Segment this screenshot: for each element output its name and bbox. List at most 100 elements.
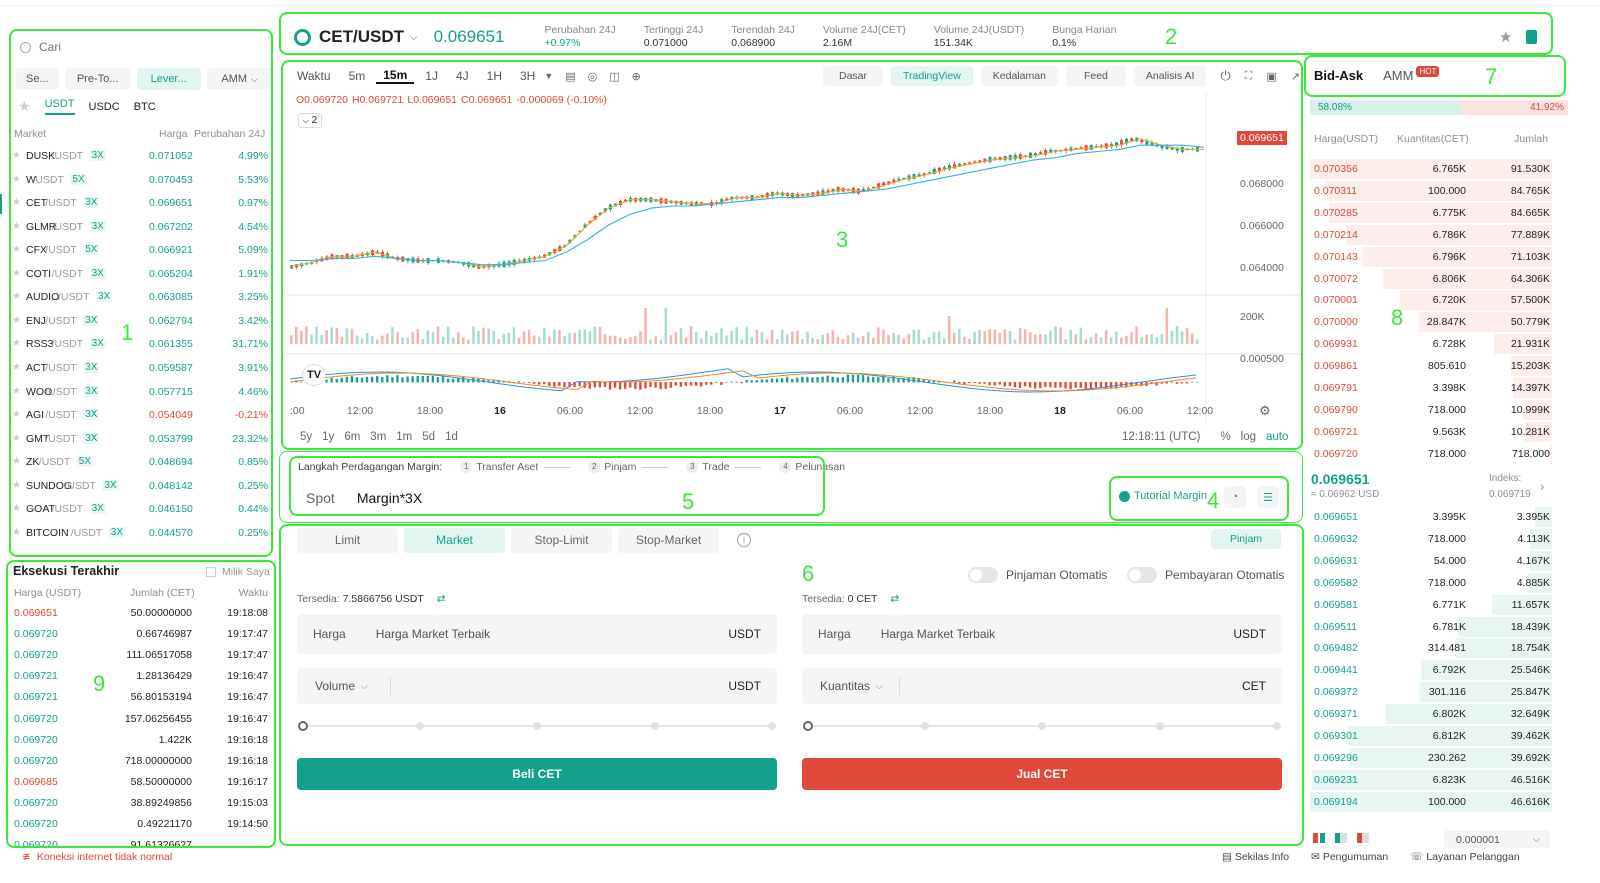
bid-row[interactable]: 0.069296 230.262 39.692K	[1310, 747, 1552, 768]
layout-bids-icon[interactable]	[1335, 833, 1347, 843]
bid-row[interactable]: 0.069511 6.781K 18.439K	[1310, 616, 1552, 637]
bid-row[interactable]: 0.069632 718.000 4.113K	[1310, 528, 1552, 549]
precision-select[interactable]: 0.000001 ⌵	[1444, 830, 1550, 849]
ask-row[interactable]: 0.069721 9.563K 10.281K	[1310, 421, 1552, 442]
orderbook-midprice: 0.069651 ≈ 0.06962 USD Indeks: 0.069719 …	[1310, 470, 1552, 504]
ask-row[interactable]: 0.069790 718.000 10.999K	[1310, 399, 1552, 420]
ob-price: 0.069441	[1314, 664, 1358, 677]
footer-news[interactable]: ▤ Sekilas Info	[1222, 851, 1289, 863]
ob-qty: 100.000	[1428, 795, 1466, 808]
annotation-box-7	[1304, 55, 1566, 97]
ob-price: 0.070000	[1314, 316, 1358, 329]
annotation-box-2	[279, 12, 1553, 55]
ob-total: 84.765K	[1510, 184, 1550, 197]
ob-price: 0.069372	[1314, 686, 1358, 699]
annotation-number-5: 5	[682, 489, 695, 514]
ob-qty: 3.398K	[1432, 382, 1466, 394]
ob-qty: 3.395K	[1432, 511, 1466, 523]
chevron-right-icon[interactable]: ›	[1540, 479, 1544, 494]
ob-total: 71.103K	[1510, 250, 1550, 263]
ob-total: 4.113K	[1517, 532, 1551, 545]
ob-price: 0.069720	[1314, 447, 1358, 460]
bid-row[interactable]: 0.069194 100.000 46.616K	[1310, 791, 1552, 812]
ask-row[interactable]: 0.069720 718.000 718.000	[1310, 443, 1552, 464]
annotation-box-6	[279, 524, 1304, 846]
ob-qty: 6.823K	[1432, 773, 1466, 786]
ask-row[interactable]: 0.070285 6.775K 84.665K	[1310, 202, 1552, 223]
ob-price: 0.069931	[1314, 338, 1358, 351]
ob-qty: 230.262	[1428, 751, 1466, 764]
ob-qty: 314.481	[1428, 642, 1466, 655]
ob-total: 10.999K	[1510, 403, 1550, 416]
ob-total: 32.649K	[1510, 708, 1550, 721]
ob-qty: 301.116	[1428, 686, 1466, 699]
ob-qty: 6.775K	[1432, 206, 1466, 219]
ask-row[interactable]: 0.069791 3.398K 14.397K	[1310, 378, 1552, 398]
ob-qty: 718.000	[1428, 576, 1466, 589]
bid-row[interactable]: 0.069301 6.812K 39.462K	[1310, 726, 1552, 746]
ob-total: 21.931K	[1510, 338, 1550, 351]
ob-qty: 6.806K	[1432, 272, 1466, 285]
bid-row[interactable]: 0.069631 54.000 4.167K	[1310, 550, 1552, 571]
annotation-number-6: 6	[802, 561, 815, 586]
ob-price: 0.069791	[1314, 382, 1358, 394]
bid-row[interactable]: 0.069372 301.116 25.847K	[1310, 682, 1552, 703]
ob-last-price[interactable]: 0.069651	[1311, 471, 1369, 487]
footer-announcements[interactable]: ✉ Pengumuman	[1311, 851, 1388, 863]
ask-row[interactable]: 0.070143 6.796K 71.103K	[1310, 246, 1552, 267]
ob-qty: 9.563K	[1432, 425, 1466, 438]
bid-row[interactable]: 0.069651 3.395K 3.395K	[1310, 507, 1552, 527]
ob-total: 46.616K	[1510, 795, 1550, 808]
ob-index-value: 0.069719	[1489, 489, 1531, 500]
bid-row[interactable]: 0.069582 718.000 4.885K	[1310, 572, 1552, 593]
bid-row[interactable]: 0.069482 314.481 18.754K	[1310, 638, 1552, 659]
ob-qty: 100.000	[1428, 184, 1466, 197]
ask-row[interactable]: 0.070311 100.000 84.765K	[1310, 180, 1552, 201]
ob-qty: 6.728K	[1432, 338, 1466, 351]
ob-price: 0.069581	[1314, 598, 1358, 611]
bid-row[interactable]: 0.069231 6.823K 46.516K	[1310, 769, 1552, 790]
bid-row[interactable]: 0.069371 6.802K 32.649K	[1310, 704, 1552, 725]
bid-row[interactable]: 0.069441 6.792K 25.546K	[1310, 660, 1552, 681]
ratio-buy-value: 58.08%	[1318, 102, 1352, 113]
ob-layout-buttons	[1313, 833, 1369, 843]
ob-total: 4.167K	[1516, 554, 1550, 567]
ob-total: 718.000	[1512, 447, 1550, 460]
ask-row[interactable]: 0.070356 6.765K 91.530K	[1310, 159, 1552, 179]
ob-total: 10.281K	[1510, 425, 1550, 438]
layout-both-icon[interactable]	[1313, 833, 1325, 843]
ask-row[interactable]: 0.070214 6.786K 77.889K	[1310, 224, 1552, 245]
annotation-number-7: 7	[1485, 64, 1498, 89]
ob-price: 0.070001	[1314, 294, 1358, 307]
ob-qty: 718.000	[1428, 447, 1466, 460]
ask-row[interactable]: 0.069861 805.610 15.203K	[1310, 356, 1552, 377]
ob-price: 0.070143	[1314, 250, 1358, 263]
ob-price: 0.069296	[1314, 751, 1358, 764]
ask-row[interactable]: 0.070072 6.806K 64.306K	[1310, 268, 1552, 289]
ob-price: 0.069651	[1314, 511, 1358, 523]
footer-support-label: Layanan Pelanggan	[1426, 851, 1520, 863]
footer-support[interactable]: ☏ Layanan Pelanggan	[1410, 851, 1519, 863]
ob-price: 0.069631	[1314, 554, 1358, 567]
layout-asks-icon[interactable]	[1357, 833, 1369, 843]
annotation-box-4-5-outer	[279, 451, 1303, 523]
ob-total: 14.397K	[1510, 382, 1550, 394]
annotation-number-2: 2	[1165, 24, 1178, 49]
ob-price: 0.069301	[1314, 730, 1358, 742]
ob-qty: 805.610	[1428, 360, 1466, 373]
annotation-number-8: 8	[1391, 305, 1404, 330]
ob-last-usd: ≈ 0.06962 USD	[1311, 489, 1380, 500]
ask-row[interactable]: 0.070000 28.847K 50.779K	[1310, 312, 1552, 333]
bid-row[interactable]: 0.069581 6.771K 11.657K	[1310, 594, 1552, 615]
ob-price: 0.070214	[1314, 228, 1358, 241]
annotation-number-1: 1	[121, 320, 134, 345]
ob-qty: 6.720K	[1432, 294, 1466, 307]
ob-qty: 28.847K	[1426, 316, 1466, 329]
ob-price: 0.069632	[1314, 532, 1358, 545]
ask-row[interactable]: 0.069931 6.728K 21.931K	[1310, 334, 1552, 355]
ob-col-total: Jumlah	[1514, 133, 1548, 145]
annotation-number-3: 3	[836, 227, 849, 252]
ob-price: 0.069231	[1314, 773, 1358, 786]
ask-row[interactable]: 0.070001 6.720K 57.500K	[1310, 290, 1552, 311]
ob-price: 0.070356	[1314, 163, 1358, 175]
